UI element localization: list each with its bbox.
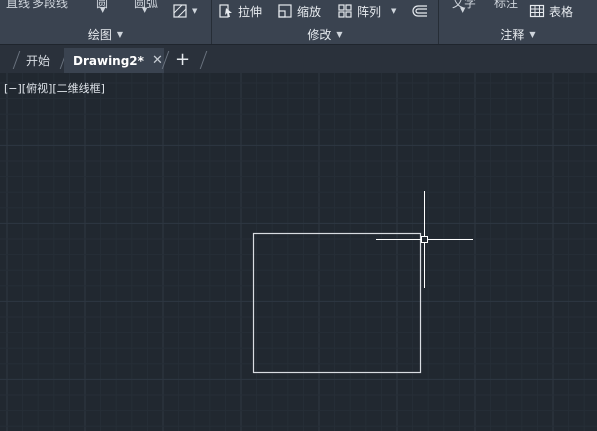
tab-drawing2[interactable]: Drawing2* ✕: [64, 48, 164, 73]
stretch-label: 拉伸: [238, 4, 263, 19]
scale-icon: [278, 4, 292, 18]
tab-start[interactable]: 开始: [24, 48, 52, 73]
offset-icon: [412, 5, 427, 17]
drawing-geometry: [252, 191, 473, 374]
drawing-canvas[interactable]: [−][俯视][二维线框]: [0, 73, 597, 431]
array-label: 阵列: [357, 4, 382, 19]
tab-divider: [12, 51, 21, 69]
table-label: 表格: [549, 4, 574, 19]
annotation-panel-label: 注释: [500, 28, 525, 42]
draw-panel-label: 绘图: [87, 28, 112, 42]
annotation-panel-title[interactable]: 注释 ▼: [439, 25, 597, 44]
plus-icon[interactable]: +: [175, 51, 190, 69]
tab-divider: [199, 51, 208, 69]
line-tool-label[interactable]: 直线: [6, 0, 30, 11]
close-icon[interactable]: ✕: [152, 53, 163, 68]
modify-panel-label: 修改: [307, 28, 332, 42]
modify-panel-title[interactable]: 修改 ▼: [212, 25, 438, 44]
hatch-dropdown-arrow[interactable]: ▼: [192, 7, 197, 15]
grid-hatch-icon: [173, 4, 187, 18]
stretch-button[interactable]: 拉伸: [218, 1, 262, 21]
hatch-tool[interactable]: ▼: [172, 1, 197, 21]
array-dropdown-arrow[interactable]: ▼: [391, 7, 396, 15]
offset-button[interactable]: [410, 1, 430, 21]
array-icon: [338, 4, 352, 18]
file-tab-bar: 开始 Drawing2* ✕ +: [0, 44, 597, 73]
drawn-rectangle[interactable]: [252, 232, 422, 374]
polyline-tool-label[interactable]: 多段线: [32, 0, 68, 11]
annotation-panel-dropdown-icon: ▼: [529, 30, 536, 39]
array-button[interactable]: 阵列 ▼: [337, 1, 396, 21]
draw-panel-title[interactable]: 绘图 ▼: [0, 25, 211, 44]
circle-dropdown-arrow[interactable]: ▼: [100, 6, 105, 14]
tab-drawing2-label: Drawing2*: [73, 53, 144, 68]
dimension-tool-label[interactable]: 标注: [494, 0, 518, 11]
crosshair-cursor: [376, 191, 473, 288]
stretch-icon: [219, 4, 232, 18]
scale-button[interactable]: 缩放: [277, 1, 321, 21]
table-icon: [529, 4, 545, 18]
modify-panel-dropdown-icon: ▼: [336, 30, 343, 39]
arc-dropdown-arrow[interactable]: ▼: [142, 6, 147, 14]
tab-start-label: 开始: [26, 54, 51, 68]
ribbon: 直线 多段线 圆 圆弧 文字 标注 ▼ ▼ ▼ ▼ 拉伸 缩放 阵列 ▼ 表格 …: [0, 0, 597, 44]
table-button[interactable]: 表格: [529, 1, 573, 21]
text-dropdown-arrow[interactable]: ▼: [460, 6, 465, 14]
scale-label: 缩放: [297, 4, 322, 19]
draw-panel-dropdown-icon: ▼: [116, 30, 124, 39]
